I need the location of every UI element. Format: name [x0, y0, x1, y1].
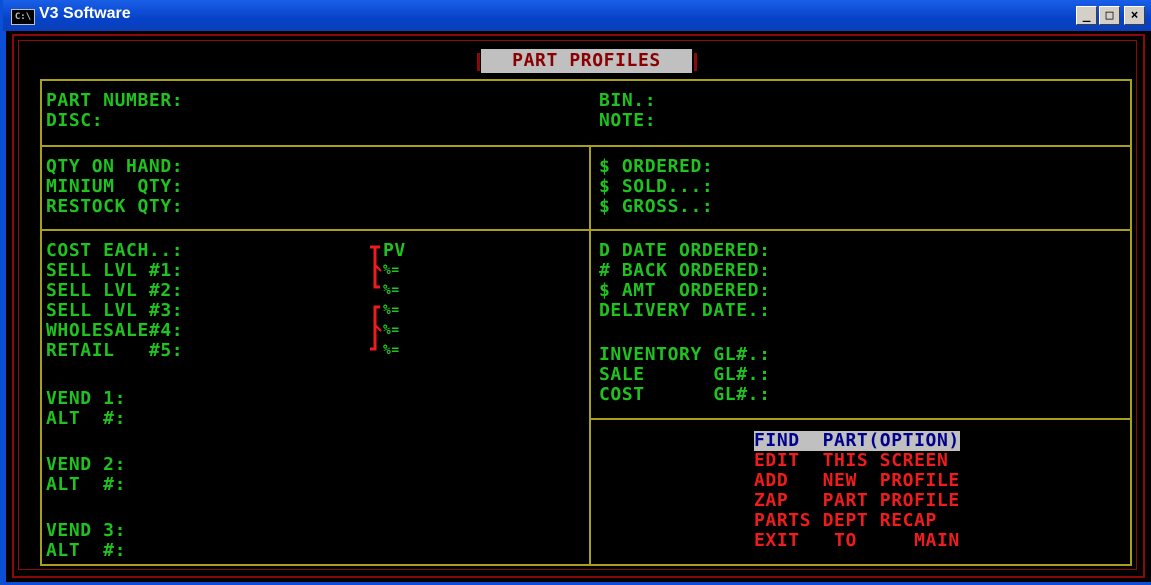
percent-field[interactable]: %=: [383, 301, 400, 321]
maximize-button[interactable]: □: [1099, 6, 1120, 25]
menu-find-part[interactable]: FIND PART(OPTION): [754, 431, 960, 451]
restock-qty-label[interactable]: RESTOCK QTY:: [46, 197, 183, 217]
percent-field[interactable]: %=: [383, 341, 400, 361]
percent-field[interactable]: %=: [383, 281, 400, 301]
minimum-qty-label[interactable]: MINIUM QTY:: [46, 177, 183, 197]
window-title: V3 Software: [39, 5, 131, 22]
sell-level-3-label[interactable]: SELL LVL #3:: [46, 301, 183, 321]
wholesale-4-label[interactable]: WHOLESALE#4:: [46, 321, 183, 341]
alt-1-label[interactable]: ALT #:: [46, 409, 126, 429]
inner-frame: [18, 40, 1137, 570]
alt-3-label[interactable]: ALT #:: [46, 541, 126, 561]
vendor-1-label[interactable]: VEND 1:: [46, 389, 126, 409]
title-bracket-right: [694, 53, 697, 71]
alt-2-label[interactable]: ALT #:: [46, 475, 126, 495]
percent-field[interactable]: %=: [383, 261, 400, 281]
percent-field[interactable]: %=: [383, 321, 400, 341]
note-label[interactable]: NOTE:: [599, 111, 656, 131]
screen-title: PART PROFILES: [481, 49, 692, 73]
menu-zap-profile[interactable]: ZAP PART PROFILE: [754, 491, 960, 511]
grid-line: [40, 229, 1132, 231]
cost-gl-label[interactable]: COST GL#.:: [599, 385, 771, 405]
vendor-3-label[interactable]: VEND 3:: [46, 521, 126, 541]
vendor-2-label[interactable]: VEND 2:: [46, 455, 126, 475]
grid-line: [40, 564, 1132, 566]
dollars-sold-label: $ SOLD...:: [599, 176, 714, 197]
console-icon[interactable]: C:\: [11, 9, 35, 25]
pv-label: PV: [383, 240, 406, 261]
grid-line: [40, 79, 42, 566]
menu-exit-main[interactable]: EXIT TO MAIN: [754, 531, 960, 551]
close-button[interactable]: ×: [1124, 6, 1145, 25]
sell-level-1-label[interactable]: SELL LVL #1:: [46, 261, 183, 281]
grid-line: [1130, 79, 1132, 566]
title-bracket-left: [477, 53, 480, 71]
part-number-label[interactable]: PART NUMBER:: [46, 91, 183, 111]
date-ordered-label: D DATE ORDERED:: [599, 240, 771, 261]
title-bar[interactable]: C:\ V3 Software _ □ ×: [3, 0, 1151, 31]
cost-each-label[interactable]: COST EACH..:: [46, 241, 183, 261]
dollars-ordered-label: $ ORDERED:: [599, 156, 714, 177]
minimize-button[interactable]: _: [1076, 6, 1097, 25]
dollars-gross-label: $ GROSS..:: [599, 196, 714, 217]
grid-line: [40, 79, 1132, 81]
inventory-gl-label[interactable]: INVENTORY GL#.:: [599, 345, 771, 365]
price-level-bracket: [370, 245, 382, 351]
back-ordered-label: # BACK ORDERED:: [599, 260, 771, 281]
delivery-date-label: DELIVERY DATE.:: [599, 300, 771, 321]
disc-label[interactable]: DISC:: [46, 111, 103, 131]
grid-line: [40, 145, 1132, 147]
sell-level-2-label[interactable]: SELL LVL #2:: [46, 281, 183, 301]
retail-5-label[interactable]: RETAIL #5:: [46, 341, 183, 361]
menu-edit-screen[interactable]: EDIT THIS SCREEN: [754, 451, 948, 471]
console-window: C:\ V3 Software _ □ × PART PROFILES PART…: [0, 0, 1151, 585]
grid-line: [589, 145, 591, 566]
menu-add-profile[interactable]: ADD NEW PROFILE: [754, 471, 960, 491]
bin-label[interactable]: BIN.:: [599, 91, 656, 111]
grid-line: [589, 418, 1132, 420]
qty-on-hand-label[interactable]: QTY ON HAND:: [46, 157, 183, 177]
menu-parts-recap[interactable]: PARTS DEPT RECAP: [754, 511, 937, 531]
amount-ordered-label: $ AMT ORDERED:: [599, 280, 771, 301]
sale-gl-label[interactable]: SALE GL#.:: [599, 365, 771, 385]
console-screen[interactable]: PART PROFILES PART NUMBER: DISC: BIN.: N…: [6, 31, 1151, 582]
